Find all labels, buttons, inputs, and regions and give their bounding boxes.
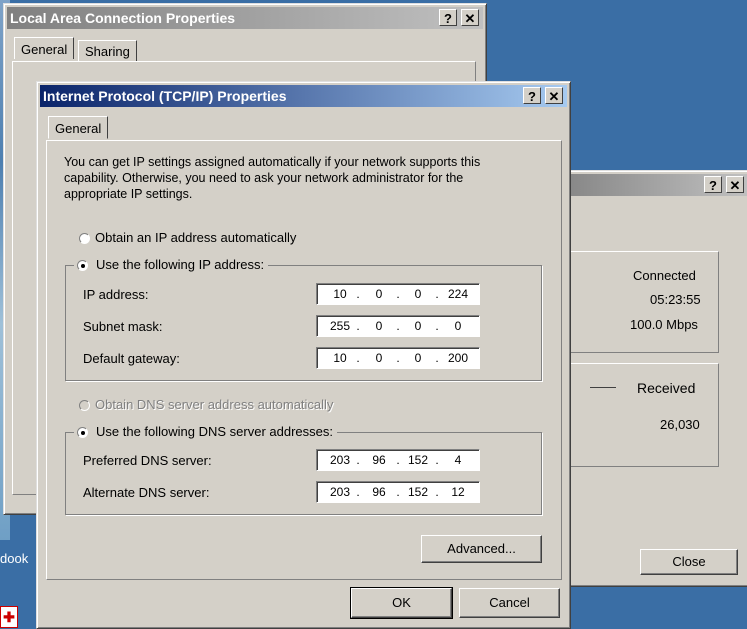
use-ip-label[interactable]: Use the following IP address: (96, 256, 264, 272)
octet: 4 (454, 453, 462, 467)
tcpip-properties-dialog: Internet Protocol (TCP/IP) Properties ? … (36, 81, 571, 629)
octet-separator: . (396, 287, 400, 301)
obtain-dns-radio (79, 400, 90, 411)
help-button[interactable]: ? (523, 87, 541, 104)
octet: 0 (375, 319, 383, 333)
use-dns-legend: Use the following DNS server addresses: (74, 423, 337, 441)
octet-separator: . (435, 453, 439, 467)
lan-titlebar: Local Area Connection Properties ? ✕ (7, 7, 483, 29)
close-button[interactable]: ✕ (545, 87, 563, 104)
octet: 0 (375, 351, 383, 365)
use-ip-radio[interactable] (77, 260, 88, 271)
activity-line (590, 387, 616, 388)
octet: 255 (329, 319, 351, 333)
subnet-mask-label: Subnet mask: (83, 319, 163, 334)
use-dns-label[interactable]: Use the following DNS server addresses: (96, 423, 333, 439)
octet-separator: . (356, 287, 360, 301)
duration-value: 05:23:55 (650, 292, 701, 307)
advanced-button[interactable]: Advanced... (421, 535, 542, 563)
octet-separator: . (435, 485, 439, 499)
intro-line-2: capability. Otherwise, you need to ask y… (64, 171, 464, 185)
octet-separator: . (435, 319, 439, 333)
obtain-ip-radio[interactable] (79, 233, 90, 244)
help-button[interactable]: ? (704, 176, 722, 193)
octet-separator: . (435, 287, 439, 301)
octet: 203 (329, 453, 351, 467)
obtain-ip-label[interactable]: Obtain an IP address automatically (95, 230, 296, 245)
octet: 10 (333, 351, 347, 365)
tcpip-window-title: Internet Protocol (TCP/IP) Properties (43, 88, 287, 104)
help-button[interactable]: ? (439, 9, 457, 26)
use-dns-radio[interactable] (77, 427, 88, 438)
received-value: 26,030 (660, 417, 700, 432)
octet: 200 (447, 351, 469, 365)
desktop-icon-label[interactable]: dook (0, 551, 28, 566)
tab-general[interactable]: General (48, 116, 109, 139)
octet: 96 (372, 453, 386, 467)
octet-separator: . (435, 351, 439, 365)
obtain-dns-label: Obtain DNS server address automatically (95, 397, 334, 412)
status-activity-group (567, 363, 719, 467)
octet: 0 (414, 319, 422, 333)
intro-line-3: appropriate IP settings. (64, 187, 193, 201)
desktop-app-icon[interactable]: ✚ (0, 606, 18, 628)
tcpip-titlebar: Internet Protocol (TCP/IP) Properties ? … (40, 85, 567, 107)
ip-address-field[interactable]: 10 . 0 . 0 . 224 (316, 283, 480, 305)
alternate-dns-label: Alternate DNS server: (83, 485, 210, 500)
octet-separator: . (356, 485, 360, 499)
cancel-button[interactable]: Cancel (459, 588, 560, 618)
subnet-mask-field[interactable]: 255 . 0 . 0 . 0 (316, 315, 480, 337)
octet: 96 (372, 485, 386, 499)
connection-status-window: ? ✕ Connected 05:23:55 100.0 Mbps Receiv… (540, 170, 747, 587)
octet: 224 (447, 287, 469, 301)
octet: 10 (333, 287, 347, 301)
received-label: Received (637, 380, 696, 396)
octet-separator: . (396, 351, 400, 365)
octet-separator: . (396, 319, 400, 333)
octet-separator: . (356, 319, 360, 333)
octet: 152 (407, 485, 429, 499)
octet-separator: . (396, 453, 400, 467)
tab-sharing[interactable]: Sharing (78, 40, 137, 61)
octet: 0 (414, 287, 422, 301)
use-ip-legend: Use the following IP address: (74, 256, 269, 274)
status-value: Connected (633, 268, 696, 283)
speed-value: 100.0 Mbps (630, 317, 698, 332)
octet-separator: . (356, 453, 360, 467)
ok-button[interactable]: OK (350, 587, 453, 619)
preferred-dns-field[interactable]: 203 . 96 . 152 . 4 (316, 449, 480, 471)
tab-general[interactable]: General (14, 37, 75, 59)
lan-window-title: Local Area Connection Properties (10, 10, 236, 26)
octet: 0 (414, 351, 422, 365)
status-close-button[interactable]: Close (640, 549, 738, 575)
default-gateway-label: Default gateway: (83, 351, 180, 366)
octet: 203 (329, 485, 351, 499)
octet: 152 (407, 453, 429, 467)
octet-separator: . (356, 351, 360, 365)
octet: 12 (451, 485, 465, 499)
intro-line-1: You can get IP settings assigned automat… (64, 155, 481, 169)
octet: 0 (454, 319, 462, 333)
octet-separator: . (396, 485, 400, 499)
octet: 0 (375, 287, 383, 301)
default-gateway-field[interactable]: 10 . 0 . 0 . 200 (316, 347, 480, 369)
ip-address-label: IP address: (83, 287, 149, 302)
status-titlebar: ? ✕ (544, 174, 747, 196)
preferred-dns-label: Preferred DNS server: (83, 453, 212, 468)
close-button[interactable]: ✕ (461, 9, 479, 26)
close-button[interactable]: ✕ (726, 176, 744, 193)
alternate-dns-field[interactable]: 203 . 96 . 152 . 12 (316, 481, 480, 503)
